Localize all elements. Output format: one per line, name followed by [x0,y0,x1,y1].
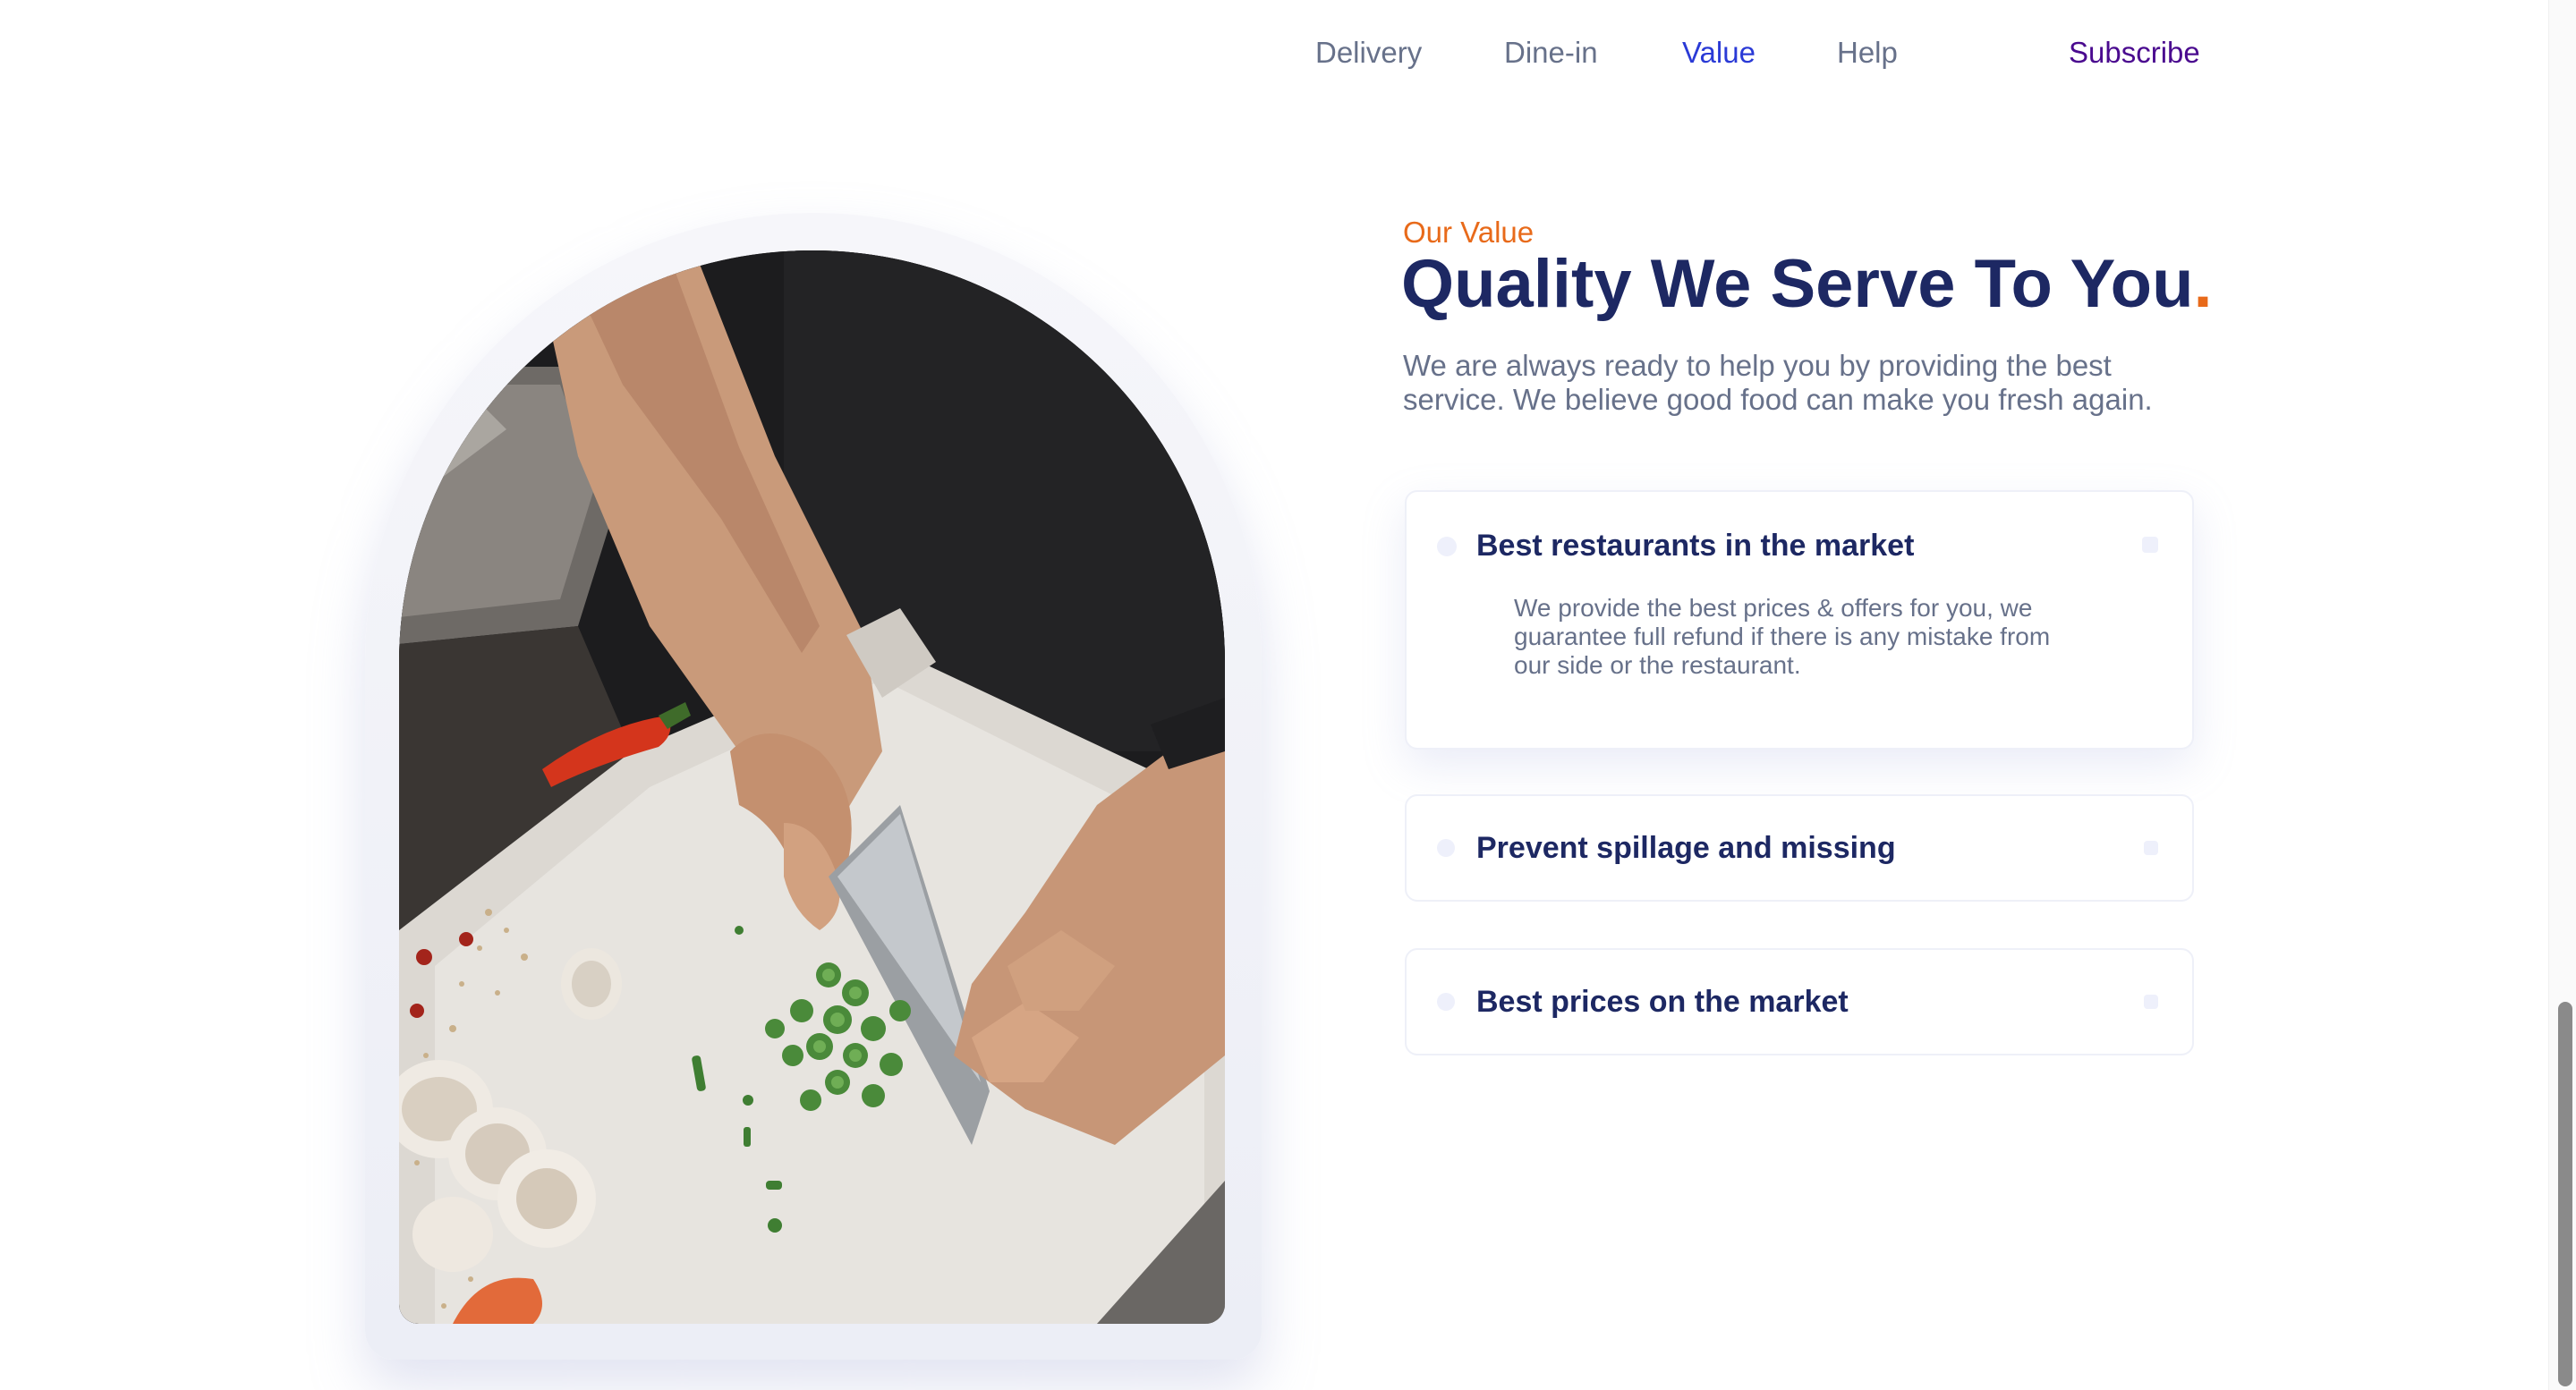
chef-chopping-photo [399,250,1225,1324]
section-title-dot: . [2193,246,2213,322]
scrollbar-thumb[interactable] [2558,1002,2572,1386]
nav-link-value[interactable]: Value [1682,30,1756,75]
bullet-dot-icon [1437,993,1455,1011]
top-navigation: Delivery Dine-in Value Help Subscribe [0,30,2576,75]
accordion-title: Prevent spillage and missing [1476,831,1896,865]
vertical-scrollbar-track[interactable] [2548,0,2576,1390]
accordion-item-best-prices[interactable]: Best prices on the market [1405,948,2194,1055]
section-title: Quality We Serve To You. [1401,243,2213,326]
accordion-toggle-icon[interactable] [2144,841,2158,855]
accordion-body: We provide the best prices & offers for … [1514,594,2051,679]
bullet-dot-icon [1437,839,1455,857]
chef-photo-illustration [399,250,1225,1324]
accordion-item-best-restaurants[interactable]: Best restaurants in the market We provid… [1405,490,2194,750]
accordion-toggle-icon[interactable] [2142,537,2158,553]
section-title-text: Quality We Serve To You [1401,246,2194,322]
nav-link-dine-in[interactable]: Dine-in [1504,30,1598,75]
bullet-dot-icon [1437,537,1457,556]
accordion-title: Best prices on the market [1476,985,1849,1019]
nav-link-help[interactable]: Help [1837,30,1898,75]
accordion-title: Best restaurants in the market [1476,529,1915,563]
nav-link-delivery[interactable]: Delivery [1315,30,1422,75]
accordion-item-prevent-spillage[interactable]: Prevent spillage and missing [1405,794,2194,902]
section-lead: We are always ready to help you by provi… [1403,349,2153,416]
value-page: Delivery Dine-in Value Help Subscribe Ou… [0,0,2576,1390]
accordion-toggle-icon[interactable] [2144,995,2158,1009]
subscribe-link[interactable]: Subscribe [2069,30,2200,75]
